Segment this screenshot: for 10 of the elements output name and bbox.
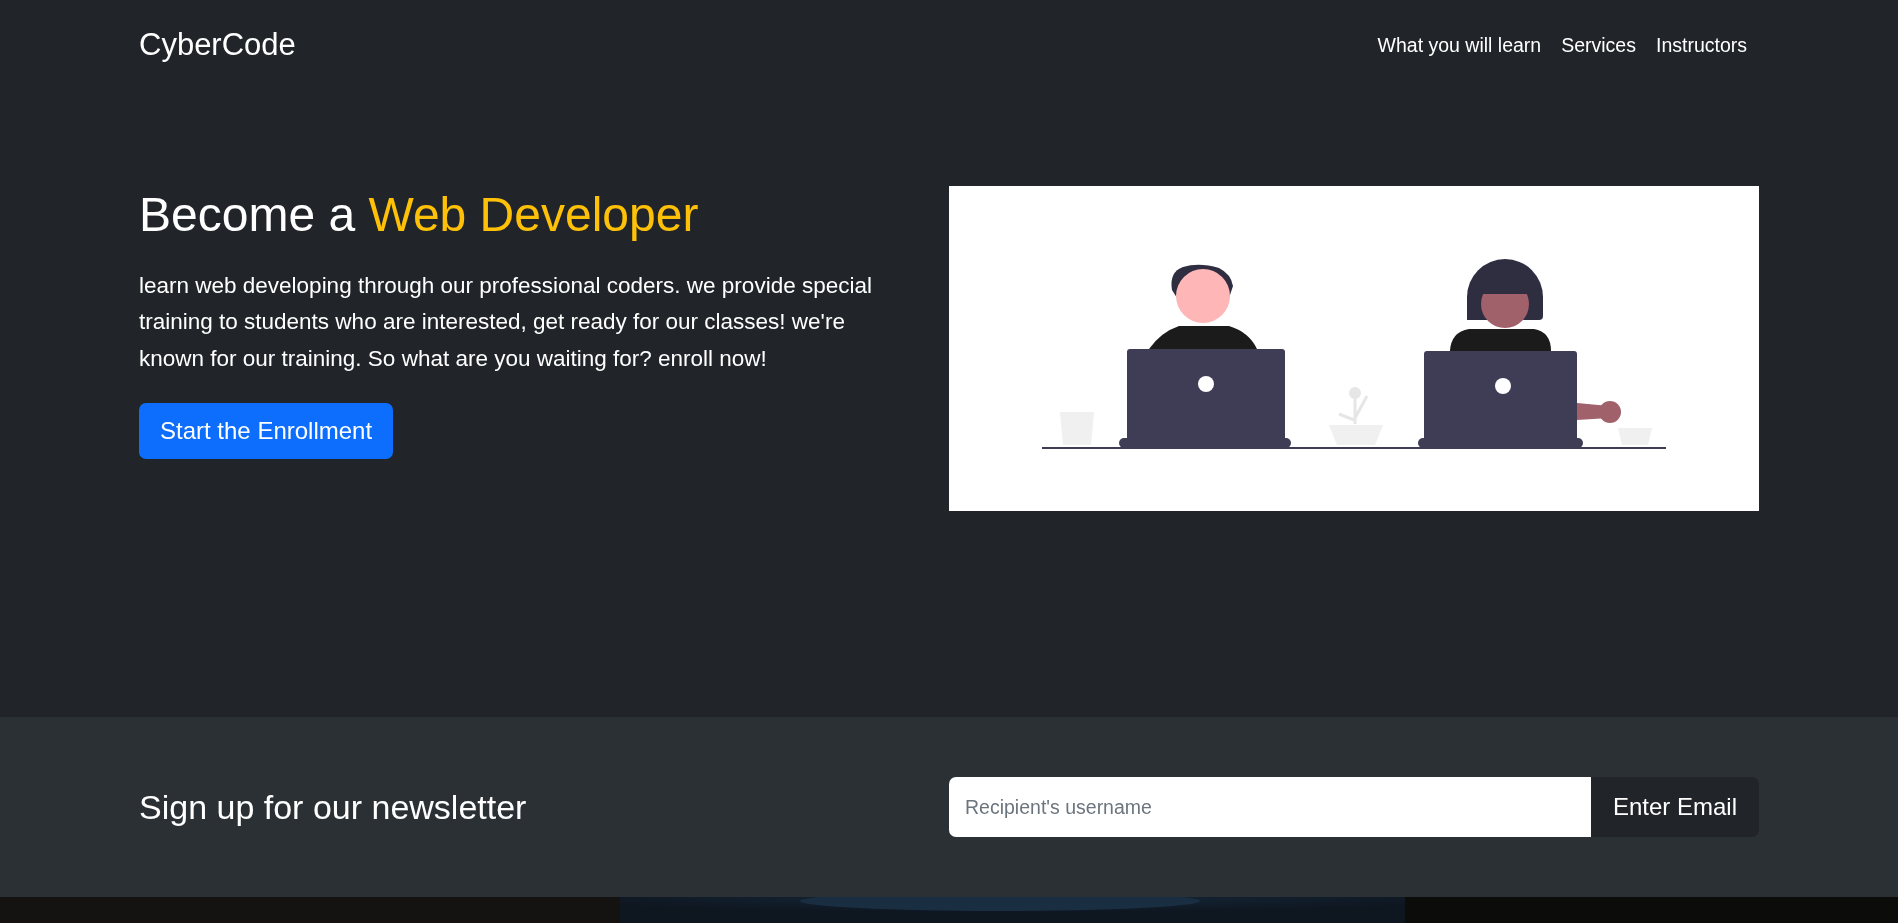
enroll-button[interactable]: Start the Enrollment — [139, 403, 394, 460]
hero-description: learn web developing through our professional coders. we provide special training to students who are interested, get ready for our classes! we're known for our training. So what are you waiting for? enroll now! — [139, 271, 873, 373]
nav-link[interactable]: Services — [1561, 33, 1636, 57]
brand-link[interactable]: CyberCode — [139, 27, 296, 63]
nav-link[interactable]: What you will learn — [1377, 33, 1542, 57]
hero-title: Become a Web Developer — [139, 187, 700, 243]
nav-link[interactable]: Instructors — [1655, 33, 1747, 57]
newsletter-title: Sign up for our newsletter — [139, 787, 527, 827]
username-field[interactable]: Recipient's username — [949, 777, 1591, 837]
enter-email-button[interactable]: Enter Email — [1590, 777, 1759, 837]
